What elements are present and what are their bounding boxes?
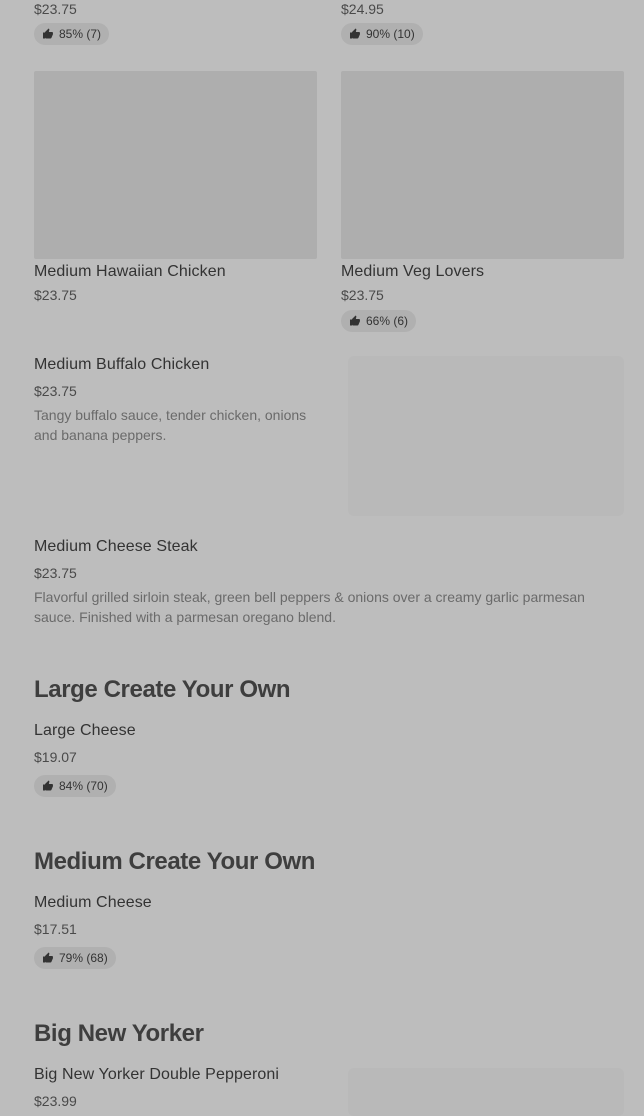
- thumbs-up-icon: [43, 28, 53, 39]
- menu-item-hawaiian-chicken[interactable]: Medium Hawaiian Chicken $23.75: [34, 71, 317, 311]
- item-price: $23.75: [341, 287, 384, 303]
- item-price: $23.75: [34, 383, 77, 399]
- menu-item-large-cheese[interactable]: Large Cheese $19.07 84% (70): [34, 722, 624, 800]
- rating-text: 84% (70): [59, 779, 108, 793]
- menu-item-top-right[interactable]: $24.95 90% (10): [341, 0, 624, 48]
- menu-item-veg-lovers[interactable]: Medium Veg Lovers $23.75 66% (6): [341, 71, 624, 333]
- menu-item-cheese-steak[interactable]: Medium Cheese Steak $23.75 Flavorful gri…: [34, 538, 624, 630]
- menu-item-medium-cheese[interactable]: Medium Cheese $17.51 79% (68): [34, 894, 624, 972]
- menu-item-big-new-yorker-double-pepperoni[interactable]: Big New Yorker Double Pepperoni $23.99: [34, 1066, 624, 1116]
- thumbs-up-icon: [43, 780, 53, 791]
- rating-text: 79% (68): [59, 951, 108, 965]
- item-image: [34, 71, 317, 259]
- thumbs-up-icon: [43, 952, 53, 963]
- item-title: Big New Yorker Double Pepperoni: [34, 1066, 280, 1083]
- item-description: Tangy buffalo sauce, tender chicken, oni…: [34, 407, 307, 443]
- item-title: Medium Veg Lovers: [341, 263, 485, 280]
- item-title: Medium Cheese Steak: [34, 538, 198, 555]
- item-title: Medium Cheese: [34, 894, 152, 911]
- thumbs-up-icon: [350, 28, 360, 39]
- rating-badge: 66% (6): [341, 310, 417, 332]
- item-price: $19.07: [34, 749, 77, 765]
- item-price: $23.99: [34, 1093, 77, 1109]
- item-title: Large Cheese: [34, 722, 136, 739]
- section-heading: Large Create Your Own: [34, 676, 291, 703]
- item-price: $23.75: [34, 287, 77, 303]
- rating-text: 85% (7): [59, 27, 102, 41]
- section-heading: Medium Create Your Own: [34, 848, 316, 875]
- item-image: [348, 356, 624, 516]
- item-title: Medium Buffalo Chicken: [34, 356, 210, 373]
- item-price: $17.51: [34, 921, 77, 937]
- item-image: [341, 71, 624, 259]
- rating-badge: 84% (70): [34, 775, 116, 797]
- rating-text: 90% (10): [366, 27, 415, 41]
- item-price: $23.75: [34, 565, 77, 581]
- item-price: $23.75: [34, 1, 77, 17]
- rating-badge: 90% (10): [341, 23, 423, 45]
- section-heading: Big New Yorker: [34, 1020, 204, 1047]
- menu-item-buffalo-chicken[interactable]: Medium Buffalo Chicken $23.75 Tangy buff…: [34, 356, 624, 518]
- item-title: Medium Hawaiian Chicken: [34, 263, 226, 280]
- item-description: Flavorful grilled sirloin steak, green b…: [34, 589, 585, 625]
- rating-badge: 79% (68): [34, 947, 116, 969]
- rating-badge: 85% (7): [34, 23, 110, 45]
- rating-text: 66% (6): [366, 314, 409, 328]
- item-image: [348, 1068, 624, 1116]
- item-price: $24.95: [341, 1, 384, 17]
- thumbs-up-icon: [350, 315, 360, 326]
- menu-item-top-left[interactable]: $23.75 85% (7): [34, 0, 317, 48]
